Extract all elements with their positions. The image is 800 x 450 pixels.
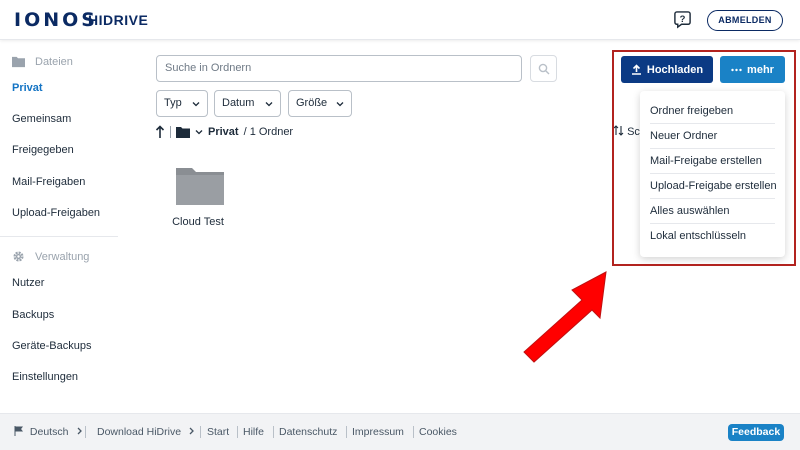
sidebar-divider <box>0 236 118 237</box>
footer-separator <box>200 426 201 438</box>
folder-icon <box>12 56 25 68</box>
chevron-down-icon <box>265 102 273 107</box>
flag-icon <box>14 426 23 436</box>
footer: Deutsch Download HiDrive Start Hilfe Dat… <box>0 413 800 450</box>
annotation-highlight-box <box>612 50 796 266</box>
product-name: HIDRIVE <box>88 12 149 28</box>
gear-icon <box>13 251 24 262</box>
sidebar-item-privat[interactable]: Privat <box>12 82 43 94</box>
sidebar-item-mail-freigaben[interactable]: Mail-Freigaben <box>12 176 85 188</box>
folder-tile[interactable]: Cloud Test <box>170 165 230 228</box>
chevron-down-icon <box>192 102 200 107</box>
ionos-logo[interactable]: IONOS <box>14 9 98 31</box>
footer-link-imprint[interactable]: Impressum <box>352 426 404 438</box>
svg-text:?: ? <box>680 14 686 25</box>
sidebar-section-label: Verwaltung <box>35 250 90 263</box>
arrow-up-icon[interactable] <box>155 125 165 139</box>
top-bar: IONOS HIDRIVE ? ABMELDEN <box>0 0 800 40</box>
filter-date[interactable]: Datum <box>214 90 281 117</box>
sidebar-item-freigegeben[interactable]: Freigegeben <box>12 144 74 156</box>
footer-separator <box>346 426 347 438</box>
folder-name: Cloud Test <box>172 216 224 228</box>
footer-separator <box>85 426 86 438</box>
breadcrumb-separator <box>170 126 171 138</box>
footer-separator <box>237 426 238 438</box>
logout-button[interactable]: ABMELDEN <box>707 10 783 31</box>
sidebar-section-files: Dateien <box>12 55 73 68</box>
sidebar-section-label: Dateien <box>35 55 73 68</box>
folder-icon <box>176 168 224 205</box>
sidebar-item-gemeinsam[interactable]: Gemeinsam <box>12 113 71 125</box>
chevron-down-icon <box>336 102 344 107</box>
footer-link-help[interactable]: Hilfe <box>243 426 264 438</box>
breadcrumb-count: / 1 Ordner <box>243 126 294 138</box>
footer-separator <box>273 426 274 438</box>
footer-link-download[interactable]: Download HiDrive <box>97 426 181 438</box>
chevron-right-icon <box>189 427 194 435</box>
filter-label: Größe <box>296 97 328 109</box>
sidebar-section-admin: Verwaltung <box>12 250 89 263</box>
footer-link-privacy[interactable]: Datenschutz <box>279 426 337 438</box>
annotation-arrow-icon <box>523 271 607 363</box>
filter-label: Typ <box>164 97 182 109</box>
breadcrumb-current: Privat <box>208 126 239 138</box>
filter-label: Datum <box>222 97 255 109</box>
footer-separator <box>413 426 414 438</box>
filter-type[interactable]: Typ <box>156 90 208 117</box>
sidebar: Dateien Privat Gemeinsam Freigegeben Mai… <box>0 41 130 413</box>
sidebar-item-upload-freigaben[interactable]: Upload-Freigaben <box>12 207 100 219</box>
sidebar-item-nutzer[interactable]: Nutzer <box>12 277 44 289</box>
footer-link-cookies[interactable]: Cookies <box>419 426 457 438</box>
help-icon[interactable]: ? <box>673 10 692 29</box>
feedback-button[interactable]: Feedback <box>728 424 784 441</box>
language-label: Deutsch <box>29 426 69 438</box>
language-selector[interactable]: Deutsch <box>14 426 83 438</box>
chevron-down-icon[interactable] <box>195 128 203 136</box>
search-input[interactable]: Suche in Ordnern <box>156 55 522 82</box>
sidebar-item-backups[interactable]: Backups <box>12 309 54 321</box>
folder-icon[interactable] <box>176 126 190 138</box>
search-button[interactable] <box>530 55 557 82</box>
sidebar-item-geraete-backups[interactable]: Geräte-Backups <box>12 340 91 352</box>
breadcrumb: Privat / 1 Ordner <box>155 124 293 140</box>
sidebar-item-einstellungen[interactable]: Einstellungen <box>12 371 78 383</box>
footer-link-start[interactable]: Start <box>207 426 229 438</box>
search-icon <box>538 63 550 75</box>
chevron-right-icon <box>77 427 83 435</box>
filter-size[interactable]: Größe <box>288 90 352 117</box>
